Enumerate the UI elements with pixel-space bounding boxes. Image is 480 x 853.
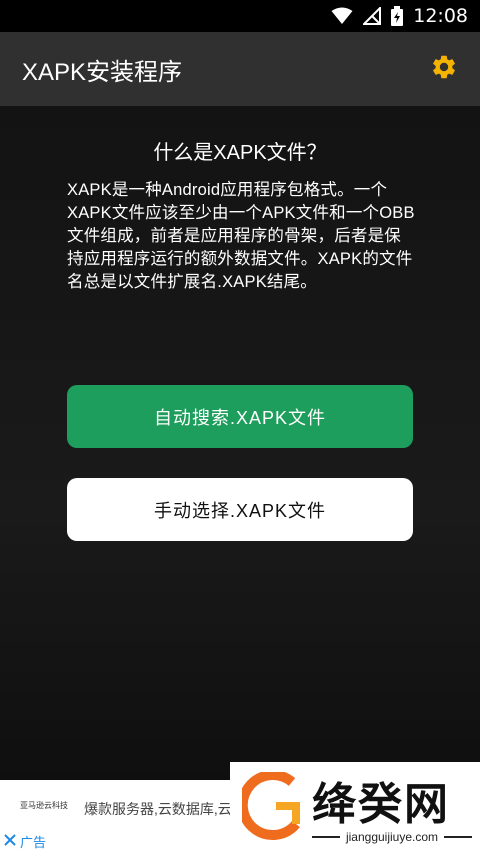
gear-icon bbox=[430, 53, 458, 85]
app-title: XAPK安装程序 bbox=[22, 58, 183, 86]
wifi-icon bbox=[331, 7, 353, 25]
section-title: 什么是XAPK文件？ bbox=[153, 142, 327, 164]
watermark-url-text: jiangguijiuye.com bbox=[345, 830, 439, 844]
status-bar: 12:08 bbox=[0, 0, 480, 32]
ad-close-button[interactable]: 广告 bbox=[4, 832, 46, 851]
watermark-url: jiangguijiuye.com bbox=[312, 830, 472, 844]
auto-search-button[interactable]: 自动搜索.XAPK文件 bbox=[67, 385, 413, 448]
watermark: 绛癸网 jiangguijiuye.com bbox=[230, 762, 480, 853]
watermark-logo-icon bbox=[237, 770, 306, 848]
battery-charging-icon bbox=[391, 6, 404, 26]
watermark-title: 绛癸网 bbox=[312, 779, 450, 830]
ad-text: 爆款服务器,云数据库,云亚马逊云产品免费申领 bbox=[84, 801, 234, 817]
signal-off-icon bbox=[363, 7, 382, 25]
main-content: 什么是XAPK文件？ XAPK是一种Android应用程序包格式。一个XAPK文… bbox=[0, 106, 480, 780]
close-icon bbox=[4, 834, 16, 849]
ad-label: 广告 bbox=[20, 835, 47, 850]
app-bar: XAPK安装程序 bbox=[0, 32, 480, 106]
ad-logo: 亚马逊云科技 bbox=[14, 790, 74, 820]
ad-logo-text: 亚马逊云科技 bbox=[20, 800, 68, 810]
status-time: 12:08 bbox=[413, 5, 468, 27]
manual-select-button[interactable]: 手动选择.XAPK文件 bbox=[67, 478, 413, 541]
settings-button[interactable] bbox=[424, 49, 464, 89]
description-text: XAPK是一种Android应用程序包格式。一个XAPK文件应该至少由一个APK… bbox=[67, 181, 415, 291]
